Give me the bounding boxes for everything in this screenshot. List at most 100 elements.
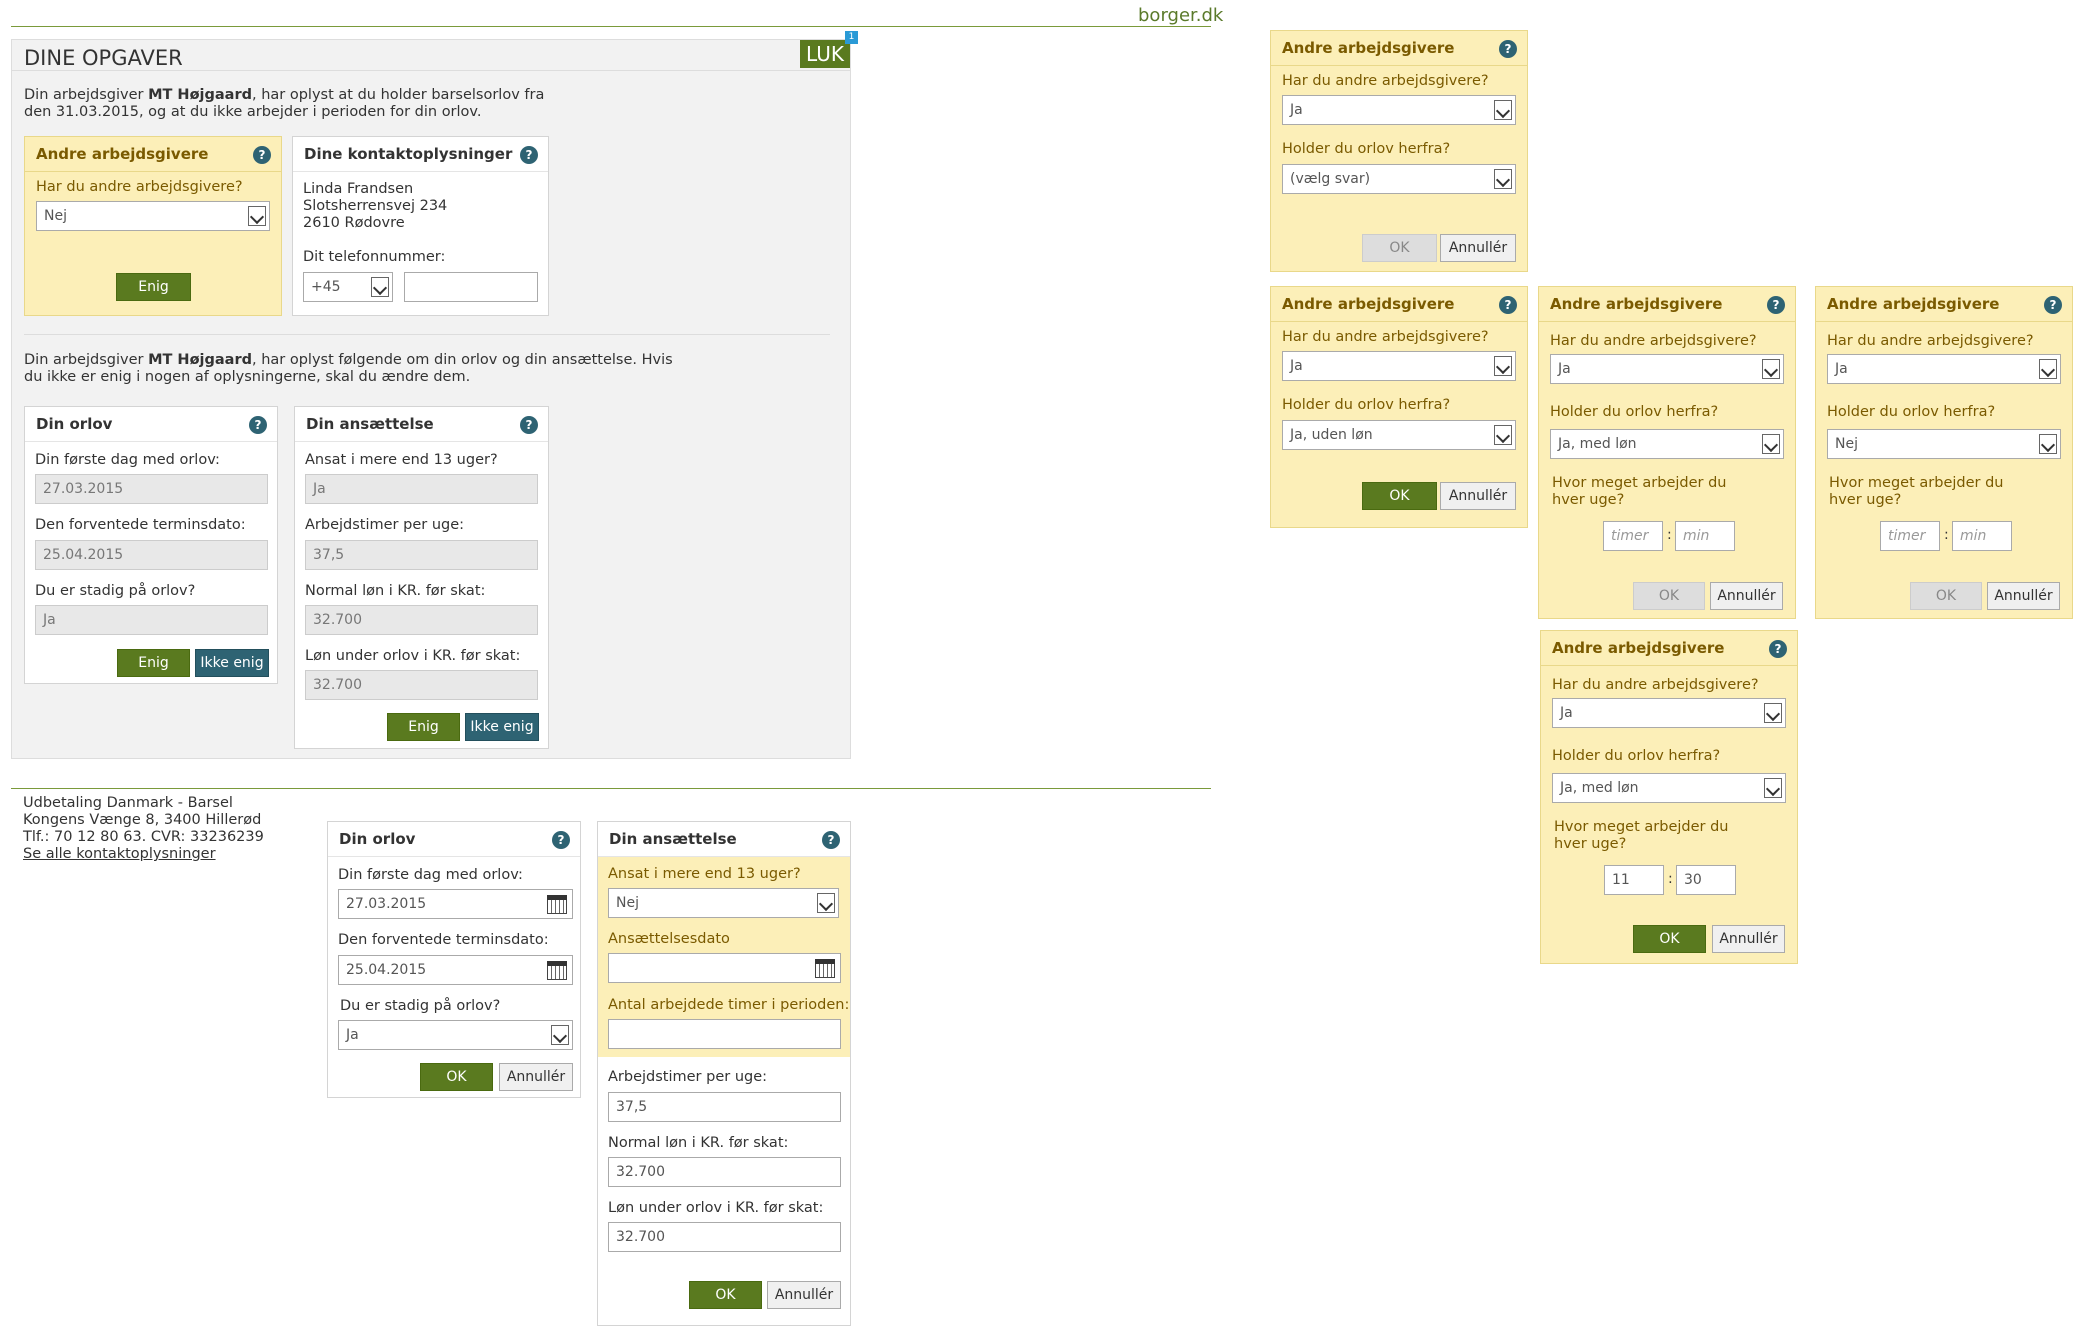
chevron-down-icon <box>1494 100 1512 120</box>
phone-prefix-select[interactable]: +45 <box>303 272 393 302</box>
other-employers-variant-paid-empty: Andre arbejdsgivere? Har du andre arbejd… <box>1538 286 1796 619</box>
calendar-icon[interactable] <box>547 895 567 914</box>
all-contacts-link[interactable]: Se alle kontaktoplysninger <box>23 846 216 862</box>
other-employers-select[interactable]: Ja <box>1552 698 1786 728</box>
leave-from-select[interactable]: Ja, med løn <box>1552 773 1786 803</box>
cancel-button[interactable]: Annullér <box>1440 482 1516 510</box>
minutes-input[interactable]: min <box>1675 521 1735 551</box>
other-employers-card: Andre arbejdsgivere? Har du andre arbejd… <box>24 136 282 316</box>
ok-button[interactable]: OK <box>420 1063 493 1091</box>
time-separator: : <box>1667 527 1672 543</box>
agree-button[interactable]: Enig <box>117 649 190 677</box>
ok-button[interactable]: OK <box>1633 582 1705 610</box>
calendar-icon[interactable] <box>547 961 567 980</box>
leave-from-select[interactable]: Ja, med løn <box>1550 429 1784 459</box>
ok-button[interactable]: OK <box>1362 482 1437 510</box>
weekly-hours-input[interactable]: 37,5 <box>608 1092 841 1122</box>
leave-from-question: Holder du orlov herfra? <box>1827 404 1996 420</box>
intro-text-1: Din arbejdsgiver MT Højgaard, har oplyst… <box>24 87 544 121</box>
due-date-input[interactable]: 25.04.2015 <box>338 955 573 985</box>
minutes-input[interactable]: min <box>1952 521 2012 551</box>
other-employers-select[interactable]: Ja <box>1282 351 1516 381</box>
over-13-weeks-label: Ansat i mere end 13 uger? <box>608 866 801 882</box>
help-icon[interactable]: ? <box>520 146 538 164</box>
select-value: Ja <box>346 1027 359 1043</box>
disagree-button[interactable]: Ikke enig <box>465 713 539 741</box>
calendar-icon[interactable] <box>815 959 835 978</box>
employment-date-input[interactable] <box>608 953 841 983</box>
ok-button[interactable]: OK <box>1910 582 1982 610</box>
select-value: Ja, med løn <box>1560 780 1639 796</box>
select-value: Ja <box>1290 358 1303 374</box>
leave-from-select[interactable]: Nej <box>1827 429 2061 459</box>
title-divider <box>12 70 850 71</box>
help-icon[interactable]: ? <box>552 831 570 849</box>
help-icon[interactable]: ? <box>1769 640 1787 658</box>
hours-input[interactable]: timer <box>1880 521 1940 551</box>
card-title: Andre arbejdsgivere <box>1552 639 1725 657</box>
other-employers-select[interactable]: Ja <box>1550 354 1784 384</box>
cancel-button[interactable]: Annullér <box>767 1281 841 1309</box>
cancel-button[interactable]: Annullér <box>1712 925 1785 953</box>
salary-label: Normal løn i KR. før skat: <box>305 583 486 599</box>
over-13-weeks-select[interactable]: Nej <box>608 888 839 918</box>
employer-name: MT Højgaard <box>148 87 252 103</box>
help-icon[interactable]: ? <box>253 146 271 164</box>
cancel-button[interactable]: Annullér <box>1987 582 2060 610</box>
due-date-label: Den forventede terminsdato: <box>338 932 549 948</box>
time-separator: : <box>1668 871 1673 887</box>
other-employers-select[interactable]: Ja <box>1827 354 2061 384</box>
agree-button[interactable]: Enig <box>387 713 460 741</box>
cancel-button[interactable]: Annullér <box>1710 582 1783 610</box>
disagree-button[interactable]: Ikke enig <box>195 649 269 677</box>
first-day-input[interactable]: 27.03.2015 <box>338 889 573 919</box>
ok-button[interactable]: OK <box>689 1281 762 1309</box>
other-employers-select[interactable]: Nej <box>36 201 270 231</box>
ok-button[interactable]: OK <box>1633 925 1706 953</box>
phone-input[interactable] <box>404 272 538 302</box>
phone-label: Dit telefonnummer: <box>303 249 446 265</box>
leave-from-select[interactable]: Ja, uden løn <box>1282 420 1516 450</box>
cancel-button[interactable]: Annullér <box>1440 234 1516 262</box>
minutes-input[interactable]: 30 <box>1676 865 1736 895</box>
help-icon[interactable]: ? <box>2044 296 2062 314</box>
intro2-part-b: , har oplyst følgende om din orlov og di… <box>251 352 673 368</box>
still-on-leave-field: Ja <box>35 605 268 635</box>
footer-line-3: Tlf.: 70 12 80 63. CVR: 33236239 <box>23 829 264 845</box>
input-value: 25.04.2015 <box>346 962 427 978</box>
leave-salary-input[interactable]: 32.700 <box>608 1222 841 1252</box>
still-on-leave-select[interactable]: Ja <box>338 1020 573 1050</box>
salary-input[interactable]: 32.700 <box>608 1157 841 1187</box>
help-icon[interactable]: ? <box>1499 40 1517 58</box>
footer-rule <box>11 788 1211 789</box>
help-icon[interactable]: ? <box>1767 296 1785 314</box>
leave-from-question: Holder du orlov herfra? <box>1282 397 1451 413</box>
other-employers-select[interactable]: Ja <box>1282 95 1516 125</box>
help-icon[interactable]: ? <box>1499 296 1517 314</box>
intro1-part-b: , har oplyst at du holder barselsorlov f… <box>251 87 545 103</box>
hours-input[interactable]: timer <box>1603 521 1663 551</box>
employment-card: Din ansættelse? Ansat i mere end 13 uger… <box>294 406 549 749</box>
intro-text-2: Din arbejdsgiver MT Højgaard, har oplyst… <box>24 352 673 386</box>
other-employers-variant-unpaid: Andre arbejdsgivere? Har du andre arbejd… <box>1270 286 1528 528</box>
other-employers-variant-choose: Andre arbejdsgivere? Har du andre arbejd… <box>1270 30 1528 272</box>
card-title: Andre arbejdsgivere <box>1282 295 1455 313</box>
help-icon[interactable]: ? <box>520 416 538 434</box>
card-title: Andre arbejdsgivere <box>1827 295 2000 313</box>
close-button[interactable]: LUK <box>800 40 850 68</box>
other-employers-variant-paid-filled: Andre arbejdsgivere? Har du andre arbejd… <box>1540 630 1798 964</box>
cancel-button[interactable]: Annullér <box>499 1063 573 1091</box>
salary-field: 32.700 <box>305 605 538 635</box>
agree-button[interactable]: Enig <box>116 273 191 301</box>
help-icon[interactable]: ? <box>822 831 840 849</box>
select-value: Ja, med løn <box>1558 436 1637 452</box>
weekly-hours-label: Arbejdstimer per uge: <box>305 517 465 533</box>
leave-from-select[interactable]: (vælg svar) <box>1282 164 1516 194</box>
other-employers-question: Har du andre arbejdsgivere? <box>1827 333 2034 349</box>
hours-input[interactable]: 11 <box>1604 865 1664 895</box>
over-13-weeks-label: Ansat i mere end 13 uger? <box>305 452 498 468</box>
help-icon[interactable]: ? <box>249 416 267 434</box>
due-date-label: Den forventede terminsdato: <box>35 517 246 533</box>
ok-button[interactable]: OK <box>1362 234 1437 262</box>
worked-hours-input[interactable] <box>608 1019 841 1049</box>
